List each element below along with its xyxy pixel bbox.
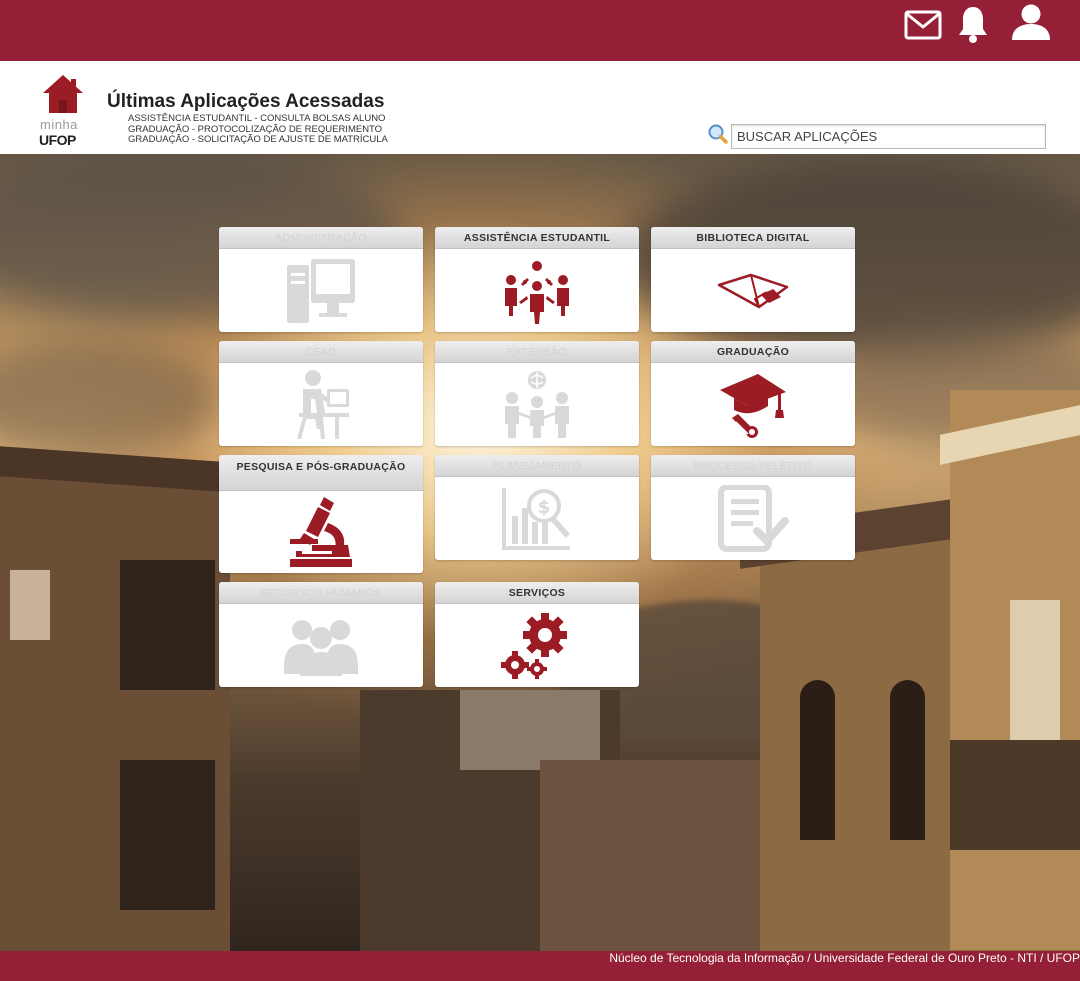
tile-assistencia-estudantil[interactable]: ASSISTÊNCIA ESTUDANTIL [435,227,639,332]
svg-text:$: $ [538,497,551,518]
tile-label: BIBLIOTECA DIGITAL [651,227,855,249]
tile-administracao[interactable]: ADMINISTRAÇÃO [219,227,423,332]
gears-icon [501,613,567,679]
search-input[interactable] [731,124,1046,149]
distance-learning-icon [297,370,349,439]
open-book-icon [717,273,789,309]
tile-label: EXTENSÃO [435,341,639,363]
tile-servicos[interactable]: SERVIÇOS [435,582,639,687]
recent-apps-list: ASSISTÊNCIA ESTUDANTIL - CONSULTA BOLSAS… [128,113,388,146]
top-bar [0,0,1080,61]
tile-label: PROCESSO SELETIVO [651,455,855,477]
magnifier-icon [708,124,728,144]
community-globe-icon [505,371,569,438]
logo-minha-text: minha [40,117,78,132]
tile-cead[interactable]: CEAD [219,341,423,446]
tile-extensao[interactable]: EXTENSÃO [435,341,639,446]
tile-processo-seletivo[interactable]: PROCESSO SELETIVO [651,455,855,560]
mail-icon[interactable] [904,10,942,40]
tile-label: PESQUISA E PÓS-GRADUAÇÃO [219,455,423,491]
tile-planejamento[interactable]: PLANEJAMENTO $ [435,455,639,560]
recent-app-link[interactable]: GRADUAÇÃO - SOLICITAÇÃO DE AJUSTE DE MAT… [128,134,388,146]
tile-label: RECURSOS HUMANOS [219,582,423,604]
graduation-cap-icon [720,374,786,438]
students-group-icon [505,261,569,324]
user-icon[interactable] [1010,3,1052,41]
recent-apps-title: Últimas Aplicações Acessadas [107,91,385,112]
tile-label: SERVIÇOS [435,582,639,604]
computer-icon [287,259,355,323]
tile-pesquisa-pos-graduacao[interactable]: PESQUISA E PÓS-GRADUAÇÃO [219,455,423,573]
tile-label: CEAD [219,341,423,363]
tile-label: GRADUAÇÃO [651,341,855,363]
checklist-icon [718,485,789,552]
home-logo-icon[interactable] [38,71,88,121]
tile-biblioteca-digital[interactable]: BIBLIOTECA DIGITAL [651,227,855,332]
bell-icon[interactable] [956,4,990,44]
footer-credits: Núcleo de Tecnologia da Informação / Uni… [609,951,1080,965]
microscope-icon [290,497,352,567]
tile-label: PLANEJAMENTO [435,455,639,477]
tile-recursos-humanos[interactable]: RECURSOS HUMANOS [219,582,423,687]
chart-money-icon: $ [502,488,570,550]
tile-label: ASSISTÊNCIA ESTUDANTIL [435,227,639,249]
logo-ufop-text: UFOP [39,132,76,148]
footer-bar: Núcleo de Tecnologia da Informação / Uni… [0,951,1080,981]
recent-app-link[interactable]: ASSISTÊNCIA ESTUDANTIL - CONSULTA BOLSAS… [128,113,388,125]
tile-graduacao[interactable]: GRADUAÇÃO [651,341,855,446]
people-icon [284,620,358,676]
tile-label: ADMINISTRAÇÃO [219,227,423,249]
